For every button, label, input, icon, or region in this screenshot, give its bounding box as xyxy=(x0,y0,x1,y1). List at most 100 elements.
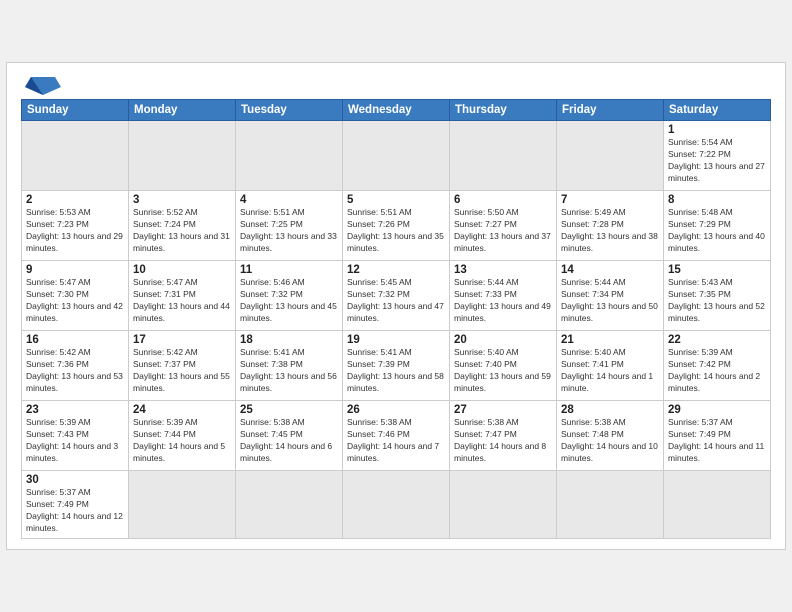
day-number: 25 xyxy=(240,404,338,416)
day-number: 6 xyxy=(454,194,552,206)
day-info: Sunrise: 5:38 AMSunset: 7:46 PMDaylight:… xyxy=(347,417,445,465)
calendar-day-cell: 5Sunrise: 5:51 AMSunset: 7:26 PMDaylight… xyxy=(343,191,450,261)
calendar-day-cell xyxy=(236,471,343,539)
calendar-week-row: 2Sunrise: 5:53 AMSunset: 7:23 PMDaylight… xyxy=(22,191,771,261)
day-number: 3 xyxy=(133,194,231,206)
day-info: Sunrise: 5:37 AMSunset: 7:49 PMDaylight:… xyxy=(668,417,766,465)
calendar-day-cell: 16Sunrise: 5:42 AMSunset: 7:36 PMDayligh… xyxy=(22,331,129,401)
day-number: 29 xyxy=(668,404,766,416)
day-info: Sunrise: 5:40 AMSunset: 7:40 PMDaylight:… xyxy=(454,347,552,395)
weekday-header-monday: Monday xyxy=(129,100,236,121)
calendar-day-cell: 28Sunrise: 5:38 AMSunset: 7:48 PMDayligh… xyxy=(557,401,664,471)
day-number: 30 xyxy=(26,474,124,486)
day-number: 20 xyxy=(454,334,552,346)
calendar-day-cell xyxy=(129,471,236,539)
day-info: Sunrise: 5:37 AMSunset: 7:49 PMDaylight:… xyxy=(26,487,124,535)
calendar-day-cell: 27Sunrise: 5:38 AMSunset: 7:47 PMDayligh… xyxy=(450,401,557,471)
day-info: Sunrise: 5:43 AMSunset: 7:35 PMDaylight:… xyxy=(668,277,766,325)
calendar-day-cell: 7Sunrise: 5:49 AMSunset: 7:28 PMDaylight… xyxy=(557,191,664,261)
day-info: Sunrise: 5:39 AMSunset: 7:44 PMDaylight:… xyxy=(133,417,231,465)
calendar-day-cell: 20Sunrise: 5:40 AMSunset: 7:40 PMDayligh… xyxy=(450,331,557,401)
calendar-day-cell: 21Sunrise: 5:40 AMSunset: 7:41 PMDayligh… xyxy=(557,331,664,401)
day-number: 11 xyxy=(240,264,338,276)
calendar-grid: SundayMondayTuesdayWednesdayThursdayFrid… xyxy=(21,99,771,539)
day-number: 9 xyxy=(26,264,124,276)
calendar-day-cell xyxy=(236,121,343,191)
logo xyxy=(21,73,61,93)
calendar-day-cell xyxy=(557,121,664,191)
calendar-day-cell: 18Sunrise: 5:41 AMSunset: 7:38 PMDayligh… xyxy=(236,331,343,401)
calendar-day-cell: 6Sunrise: 5:50 AMSunset: 7:27 PMDaylight… xyxy=(450,191,557,261)
calendar-day-cell: 26Sunrise: 5:38 AMSunset: 7:46 PMDayligh… xyxy=(343,401,450,471)
weekday-header-wednesday: Wednesday xyxy=(343,100,450,121)
day-info: Sunrise: 5:54 AMSunset: 7:22 PMDaylight:… xyxy=(668,137,766,185)
day-info: Sunrise: 5:38 AMSunset: 7:47 PMDaylight:… xyxy=(454,417,552,465)
day-info: Sunrise: 5:41 AMSunset: 7:38 PMDaylight:… xyxy=(240,347,338,395)
day-info: Sunrise: 5:41 AMSunset: 7:39 PMDaylight:… xyxy=(347,347,445,395)
day-info: Sunrise: 5:39 AMSunset: 7:42 PMDaylight:… xyxy=(668,347,766,395)
calendar-day-cell: 22Sunrise: 5:39 AMSunset: 7:42 PMDayligh… xyxy=(664,331,771,401)
calendar-day-cell: 24Sunrise: 5:39 AMSunset: 7:44 PMDayligh… xyxy=(129,401,236,471)
calendar-day-cell: 12Sunrise: 5:45 AMSunset: 7:32 PMDayligh… xyxy=(343,261,450,331)
day-info: Sunrise: 5:51 AMSunset: 7:26 PMDaylight:… xyxy=(347,207,445,255)
calendar-day-cell: 9Sunrise: 5:47 AMSunset: 7:30 PMDaylight… xyxy=(22,261,129,331)
day-info: Sunrise: 5:46 AMSunset: 7:32 PMDaylight:… xyxy=(240,277,338,325)
day-info: Sunrise: 5:38 AMSunset: 7:48 PMDaylight:… xyxy=(561,417,659,465)
day-number: 8 xyxy=(668,194,766,206)
day-info: Sunrise: 5:42 AMSunset: 7:37 PMDaylight:… xyxy=(133,347,231,395)
calendar-week-row: 16Sunrise: 5:42 AMSunset: 7:36 PMDayligh… xyxy=(22,331,771,401)
day-info: Sunrise: 5:50 AMSunset: 7:27 PMDaylight:… xyxy=(454,207,552,255)
calendar-day-cell xyxy=(129,121,236,191)
day-number: 10 xyxy=(133,264,231,276)
calendar-week-row: 30Sunrise: 5:37 AMSunset: 7:49 PMDayligh… xyxy=(22,471,771,539)
weekday-header-tuesday: Tuesday xyxy=(236,100,343,121)
calendar-day-cell: 29Sunrise: 5:37 AMSunset: 7:49 PMDayligh… xyxy=(664,401,771,471)
calendar-day-cell: 17Sunrise: 5:42 AMSunset: 7:37 PMDayligh… xyxy=(129,331,236,401)
weekday-header-row: SundayMondayTuesdayWednesdayThursdayFrid… xyxy=(22,100,771,121)
day-info: Sunrise: 5:42 AMSunset: 7:36 PMDaylight:… xyxy=(26,347,124,395)
calendar-day-cell: 2Sunrise: 5:53 AMSunset: 7:23 PMDaylight… xyxy=(22,191,129,261)
day-number: 24 xyxy=(133,404,231,416)
day-number: 18 xyxy=(240,334,338,346)
calendar-day-cell xyxy=(22,121,129,191)
calendar-container: SundayMondayTuesdayWednesdayThursdayFrid… xyxy=(6,62,786,550)
day-number: 5 xyxy=(347,194,445,206)
calendar-day-cell: 3Sunrise: 5:52 AMSunset: 7:24 PMDaylight… xyxy=(129,191,236,261)
day-info: Sunrise: 5:47 AMSunset: 7:30 PMDaylight:… xyxy=(26,277,124,325)
calendar-week-row: 1Sunrise: 5:54 AMSunset: 7:22 PMDaylight… xyxy=(22,121,771,191)
day-info: Sunrise: 5:53 AMSunset: 7:23 PMDaylight:… xyxy=(26,207,124,255)
calendar-day-cell: 1Sunrise: 5:54 AMSunset: 7:22 PMDaylight… xyxy=(664,121,771,191)
day-number: 21 xyxy=(561,334,659,346)
calendar-day-cell xyxy=(343,471,450,539)
calendar-day-cell: 30Sunrise: 5:37 AMSunset: 7:49 PMDayligh… xyxy=(22,471,129,539)
day-number: 14 xyxy=(561,264,659,276)
day-number: 15 xyxy=(668,264,766,276)
weekday-header-sunday: Sunday xyxy=(22,100,129,121)
day-info: Sunrise: 5:48 AMSunset: 7:29 PMDaylight:… xyxy=(668,207,766,255)
calendar-week-row: 23Sunrise: 5:39 AMSunset: 7:43 PMDayligh… xyxy=(22,401,771,471)
calendar-day-cell xyxy=(450,121,557,191)
day-number: 13 xyxy=(454,264,552,276)
calendar-day-cell: 23Sunrise: 5:39 AMSunset: 7:43 PMDayligh… xyxy=(22,401,129,471)
day-info: Sunrise: 5:44 AMSunset: 7:33 PMDaylight:… xyxy=(454,277,552,325)
day-number: 17 xyxy=(133,334,231,346)
day-number: 23 xyxy=(26,404,124,416)
calendar-day-cell xyxy=(343,121,450,191)
day-info: Sunrise: 5:47 AMSunset: 7:31 PMDaylight:… xyxy=(133,277,231,325)
day-info: Sunrise: 5:49 AMSunset: 7:28 PMDaylight:… xyxy=(561,207,659,255)
calendar-day-cell: 4Sunrise: 5:51 AMSunset: 7:25 PMDaylight… xyxy=(236,191,343,261)
day-info: Sunrise: 5:38 AMSunset: 7:45 PMDaylight:… xyxy=(240,417,338,465)
calendar-day-cell: 8Sunrise: 5:48 AMSunset: 7:29 PMDaylight… xyxy=(664,191,771,261)
day-number: 4 xyxy=(240,194,338,206)
day-number: 1 xyxy=(668,124,766,136)
header xyxy=(21,73,771,93)
day-number: 2 xyxy=(26,194,124,206)
day-number: 12 xyxy=(347,264,445,276)
calendar-day-cell xyxy=(664,471,771,539)
day-info: Sunrise: 5:44 AMSunset: 7:34 PMDaylight:… xyxy=(561,277,659,325)
day-number: 16 xyxy=(26,334,124,346)
day-number: 19 xyxy=(347,334,445,346)
day-info: Sunrise: 5:51 AMSunset: 7:25 PMDaylight:… xyxy=(240,207,338,255)
weekday-header-thursday: Thursday xyxy=(450,100,557,121)
calendar-day-cell: 10Sunrise: 5:47 AMSunset: 7:31 PMDayligh… xyxy=(129,261,236,331)
